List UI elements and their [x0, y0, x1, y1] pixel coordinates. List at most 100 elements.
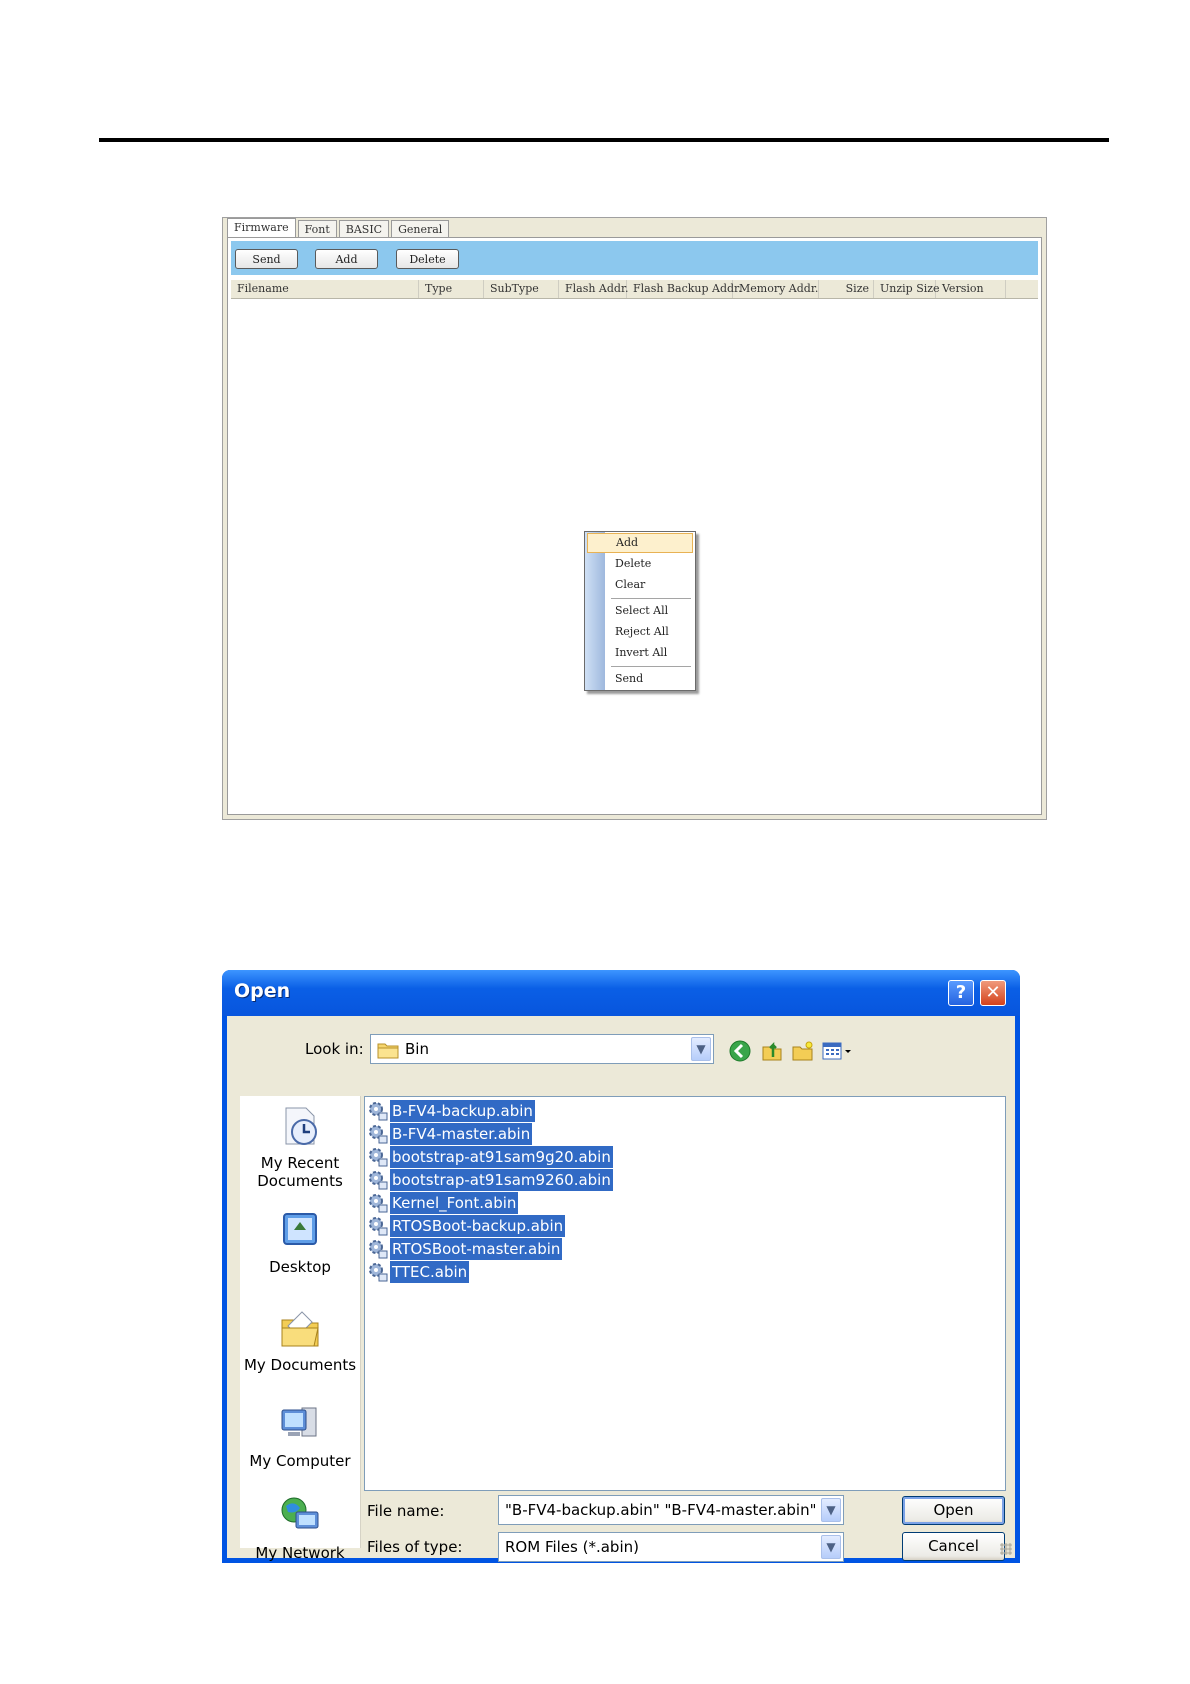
look-in-value: Bin: [405, 1040, 429, 1058]
abin-file-icon: [369, 1125, 388, 1144]
toolbar: Send Add Delete: [231, 241, 1038, 275]
place-label: My Recent Documents: [257, 1154, 343, 1190]
file-list-view[interactable]: B-FV4-backup.abin B-FV4-master.abin boot…: [364, 1096, 1006, 1491]
menu-item-invert-all[interactable]: Invert All: [605, 643, 693, 663]
chevron-down-icon[interactable]: ▼: [821, 1498, 841, 1522]
desktop-icon: [283, 1213, 317, 1245]
file-name: bootstrap-at91sam9260.abin: [390, 1169, 613, 1191]
place-my-network[interactable]: My Network: [240, 1494, 360, 1562]
help-icon[interactable]: ?: [948, 980, 974, 1006]
context-menu-icon-strip: [585, 532, 605, 690]
send-button[interactable]: Send: [235, 249, 298, 269]
list-item[interactable]: RTOSBoot-backup.abin: [368, 1215, 566, 1237]
open-dialog: Open ? ✕ Look in: Bin ▼ My Recent Docume…: [222, 970, 1020, 1563]
page-top-rule: [99, 138, 1109, 142]
place-label: My Network: [255, 1544, 345, 1562]
menu-item-reject-all[interactable]: Reject All: [605, 622, 693, 642]
list-item[interactable]: bootstrap-at91sam9g20.abin: [368, 1146, 613, 1168]
file-list[interactable]: Add Delete Clear Select All Reject All I…: [231, 299, 1038, 809]
abin-file-icon: [369, 1102, 388, 1121]
chevron-down-icon[interactable]: ▼: [691, 1037, 711, 1061]
dialog-body: Look in: Bin ▼ My Recent Documents Deskt…: [227, 1016, 1015, 1562]
tab-basic[interactable]: BASIC: [338, 220, 390, 238]
look-in-combo[interactable]: Bin ▼: [370, 1034, 714, 1064]
file-name: B-FV4-master.abin: [390, 1123, 533, 1145]
chevron-down-icon[interactable]: ▼: [821, 1535, 841, 1559]
menu-separator: [611, 598, 691, 599]
place-label: Desktop: [269, 1258, 331, 1276]
file-type-value: ROM Files (*.abin): [505, 1538, 639, 1556]
file-name: Kernel_Font.abin: [390, 1192, 519, 1214]
abin-file-icon: [369, 1240, 388, 1259]
file-name-label: File name:: [367, 1502, 445, 1520]
file-name: TTEC.abin: [390, 1261, 470, 1283]
file-name: RTOSBoot-master.abin: [390, 1238, 563, 1260]
menu-item-select-all[interactable]: Select All: [605, 601, 693, 621]
column-flash-addr[interactable]: Flash Addr.: [559, 280, 629, 298]
menu-separator: [611, 666, 691, 667]
place-my-recent-documents[interactable]: My Recent Documents: [240, 1104, 360, 1190]
close-icon[interactable]: ✕: [980, 980, 1006, 1006]
place-my-documents[interactable]: My Documents: [240, 1306, 360, 1374]
tab-bar: Firmware Font BASIC General: [227, 218, 451, 238]
context-menu: Add Delete Clear Select All Reject All I…: [584, 531, 696, 691]
tab-font[interactable]: Font: [297, 220, 337, 238]
file-list-header: Filename Type SubType Flash Addr. Flash …: [231, 280, 1038, 299]
up-folder-icon[interactable]: [759, 1039, 785, 1065]
list-item[interactable]: TTEC.abin: [368, 1261, 470, 1283]
file-name: RTOSBoot-backup.abin: [390, 1215, 566, 1237]
column-unzip-size[interactable]: Unzip Size: [874, 280, 940, 298]
my-network-icon: [281, 1497, 319, 1529]
file-name: B-FV4-backup.abin: [390, 1100, 535, 1122]
file-type-label: Files of type:: [367, 1538, 463, 1556]
abin-file-icon: [369, 1171, 388, 1190]
menu-item-clear[interactable]: Clear: [605, 575, 693, 595]
list-item[interactable]: bootstrap-at91sam9260.abin: [368, 1169, 613, 1191]
column-subtype[interactable]: SubType: [484, 280, 559, 298]
open-button[interactable]: Open: [902, 1496, 1005, 1525]
column-type[interactable]: Type: [419, 280, 484, 298]
list-item[interactable]: B-FV4-backup.abin: [368, 1100, 535, 1122]
list-item[interactable]: B-FV4-master.abin: [368, 1123, 533, 1145]
file-name: bootstrap-at91sam9g20.abin: [390, 1146, 613, 1168]
back-icon[interactable]: [727, 1039, 753, 1065]
abin-file-icon: [369, 1194, 388, 1213]
firmware-panel: Firmware Font BASIC General Send Add Del…: [222, 217, 1047, 820]
tab-firmware[interactable]: Firmware: [227, 218, 296, 238]
list-item[interactable]: RTOSBoot-master.abin: [368, 1238, 563, 1260]
abin-file-icon: [369, 1148, 388, 1167]
new-folder-icon[interactable]: [790, 1039, 816, 1065]
firmware-tab-content: Send Add Delete Filename Type SubType Fl…: [227, 237, 1042, 815]
file-name-value: "B-FV4-backup.abin" "B-FV4-master.abin" …: [505, 1501, 815, 1519]
resize-grip[interactable]: [1000, 1543, 1012, 1555]
menu-item-delete[interactable]: Delete: [605, 554, 693, 574]
look-in-label: Look in:: [305, 1040, 364, 1058]
list-item[interactable]: Kernel_Font.abin: [368, 1192, 519, 1214]
menu-item-add[interactable]: Add: [587, 533, 693, 553]
abin-file-icon: [369, 1217, 388, 1236]
folder-icon: [377, 1043, 399, 1059]
place-my-computer[interactable]: My Computer: [240, 1402, 360, 1470]
place-desktop[interactable]: Desktop: [240, 1208, 360, 1276]
my-documents-icon: [281, 1311, 319, 1347]
dialog-titlebar[interactable]: Open ? ✕: [222, 970, 1020, 1016]
column-memory-addr[interactable]: Memory Addr.: [733, 280, 819, 298]
file-name-field[interactable]: "B-FV4-backup.abin" "B-FV4-master.abin" …: [498, 1495, 844, 1525]
dialog-title: Open: [234, 980, 291, 1002]
cancel-button[interactable]: Cancel: [902, 1532, 1005, 1561]
column-version[interactable]: Version: [936, 280, 1006, 298]
column-size[interactable]: Size: [819, 280, 874, 298]
place-label: My Computer: [249, 1452, 351, 1470]
file-type-select[interactable]: ROM Files (*.abin) ▼: [498, 1532, 844, 1562]
abin-file-icon: [369, 1263, 388, 1282]
places-bar: My Recent Documents Desktop My Documents: [240, 1096, 361, 1562]
menu-item-send[interactable]: Send: [605, 669, 693, 689]
view-menu-icon[interactable]: [821, 1039, 855, 1065]
column-filename[interactable]: Filename: [231, 280, 419, 298]
delete-button[interactable]: Delete: [396, 249, 459, 269]
tab-general[interactable]: General: [391, 220, 450, 238]
place-label: My Documents: [243, 1356, 357, 1374]
column-flash-backup-addr[interactable]: Flash Backup Addr.: [627, 280, 742, 298]
my-computer-icon: [281, 1407, 317, 1437]
add-button[interactable]: Add: [315, 249, 378, 269]
